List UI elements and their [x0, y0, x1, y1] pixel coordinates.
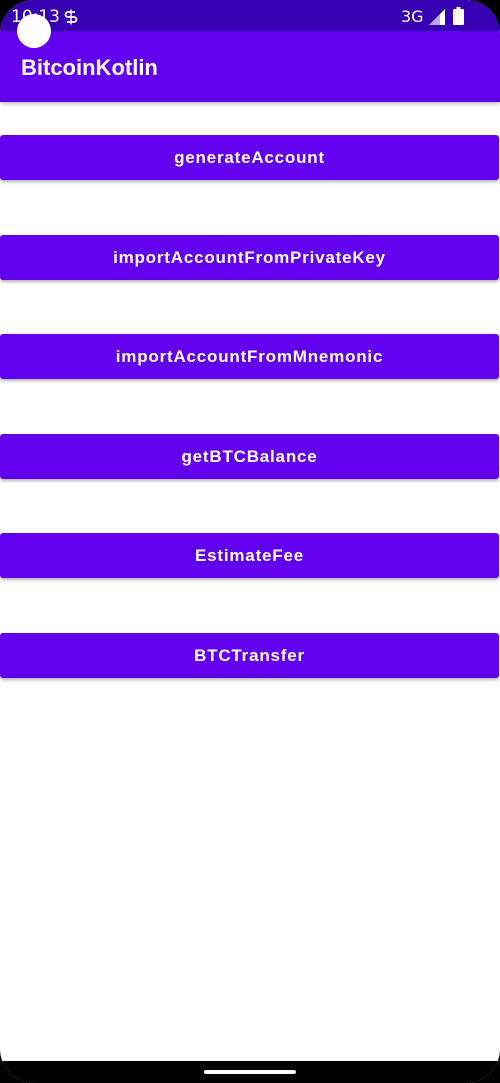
app-title: BitcoinKotlin — [21, 55, 158, 80]
generate-account-button[interactable]: generateAccount — [0, 135, 499, 180]
battery-icon — [453, 7, 464, 25]
signal-icon — [429, 9, 445, 25]
estimate-fee-button[interactable]: EstimateFee — [0, 533, 499, 578]
network-type-label: 3G — [401, 7, 424, 26]
import-account-from-private-key-button[interactable]: importAccountFromPrivateKey — [0, 235, 499, 280]
phone-screen: 10:13 3G BitcoinKotlin generateAccount i… — [0, 0, 500, 1083]
sim-s-icon — [64, 9, 78, 25]
import-account-from-mnemonic-button[interactable]: importAccountFromMnemonic — [0, 334, 499, 379]
get-btc-balance-button[interactable]: getBTCBalance — [0, 434, 499, 479]
navigation-bar — [0, 1061, 500, 1083]
camera-cutout — [17, 14, 51, 48]
btc-transfer-button[interactable]: BTCTransfer — [0, 633, 499, 678]
status-bar: 10:13 3G — [0, 0, 500, 31]
home-gesture-handle[interactable] — [204, 1070, 296, 1074]
app-bar: BitcoinKotlin — [0, 31, 500, 102]
